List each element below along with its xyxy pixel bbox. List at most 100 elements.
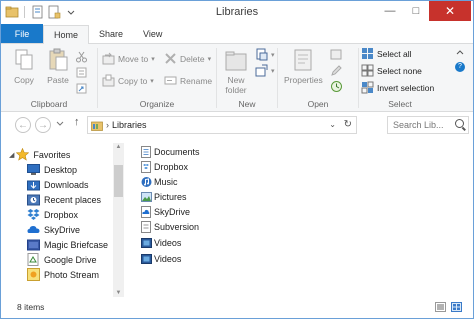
skydrive-library-icon xyxy=(141,205,152,218)
organize-group-label: Organize xyxy=(139,99,175,109)
copy-to-button[interactable]: Copy to ▾ xyxy=(102,74,154,87)
copy-path-icon xyxy=(75,66,88,79)
minimize-button[interactable]: — xyxy=(377,1,403,21)
select-none-button[interactable]: Select none xyxy=(361,64,422,77)
address-history-chevron-down-icon[interactable]: ⌄ xyxy=(329,120,336,129)
library-item-pictures[interactable]: Pictures xyxy=(141,189,187,204)
nav-item-desktop[interactable]: Desktop xyxy=(27,162,77,177)
library-item-music[interactable]: Music xyxy=(141,174,178,189)
up-button[interactable]: ↑ xyxy=(74,116,80,128)
help-icon[interactable]: ? xyxy=(455,62,465,72)
edit-button[interactable] xyxy=(330,64,343,77)
explorer-window: Libraries — □ ✕ File Home Share View Cop… xyxy=(0,0,474,319)
new-item-button[interactable]: ▾ xyxy=(255,48,275,61)
library-item-label: Pictures xyxy=(154,191,187,202)
status-bar: 8 items xyxy=(1,297,473,318)
new-group: New folder ▾ ▾ New xyxy=(217,44,277,112)
rename-button[interactable]: Rename xyxy=(164,74,212,87)
collapse-ribbon-chevron-up-icon[interactable] xyxy=(455,48,465,58)
navigation-pane-scrollbar[interactable]: ▲ ▼ xyxy=(113,143,124,297)
nav-favorites[interactable]: ◢ Favorites xyxy=(9,147,70,162)
desktop-icon xyxy=(27,163,40,176)
properties-icon xyxy=(290,47,316,73)
library-item-subversion[interactable]: Subversion xyxy=(141,219,199,234)
nav-item-google-drive[interactable]: Google Drive xyxy=(27,252,97,267)
move-to-button[interactable]: Move to ▾ xyxy=(102,52,155,65)
address-field[interactable]: › Libraries ⌄ ↻ xyxy=(87,116,357,134)
nav-item-magic-briefcase[interactable]: Magic Briefcase xyxy=(27,237,108,252)
library-item-videos[interactable]: Videos xyxy=(141,251,181,266)
large-icons-view-icon[interactable] xyxy=(451,302,462,312)
details-view-icon[interactable] xyxy=(435,302,446,312)
file-list: Documents Dropbox Music Pictures SkyDriv… xyxy=(125,141,473,297)
library-item-label: Videos xyxy=(154,253,182,264)
library-item-label: Videos xyxy=(154,237,182,248)
tab-view[interactable]: View xyxy=(133,25,172,43)
nav-item-label: Recent places xyxy=(44,194,102,205)
nav-favorites-label: Favorites xyxy=(33,149,71,160)
skydrive-icon xyxy=(27,223,40,236)
nav-item-photo-stream[interactable]: Photo Stream xyxy=(27,267,99,282)
back-button[interactable]: ← xyxy=(15,117,31,133)
breadcrumb-libraries[interactable]: Libraries xyxy=(112,120,147,130)
select-none-icon xyxy=(361,64,374,77)
nav-item-downloads[interactable]: Downloads xyxy=(27,177,89,192)
nav-item-recent-places[interactable]: Recent places xyxy=(27,192,101,207)
nav-item-skydrive[interactable]: SkyDrive xyxy=(27,222,80,237)
recent-places-icon xyxy=(27,193,40,206)
cut-button[interactable] xyxy=(75,50,88,63)
paste-button[interactable]: Paste xyxy=(45,47,71,85)
select-all-button[interactable]: Select all xyxy=(361,47,412,60)
expand-chevron-down-icon[interactable]: ◢ xyxy=(9,151,14,159)
title-bar[interactable]: Libraries — □ ✕ xyxy=(1,1,473,25)
scissors-icon xyxy=(75,50,88,63)
nav-item-label: Downloads xyxy=(44,179,89,190)
tab-share[interactable]: Share xyxy=(89,25,133,43)
search-input[interactable]: Search Lib... xyxy=(387,116,469,134)
move-to-chevron-down-icon: ▾ xyxy=(151,55,155,63)
forward-button[interactable]: → xyxy=(35,117,51,133)
scroll-down-arrow-icon[interactable]: ▼ xyxy=(113,290,124,296)
history-button[interactable] xyxy=(330,80,343,93)
organize-group: Move to ▾ Copy to ▾ Delete ▾ Rename Orga… xyxy=(98,44,216,112)
paste-label: Paste xyxy=(47,75,69,85)
rename-label: Rename xyxy=(180,75,213,86)
paste-shortcut-button[interactable] xyxy=(75,82,88,95)
favorites-star-icon xyxy=(16,147,30,161)
properties-label: Properties xyxy=(284,75,323,85)
scroll-up-arrow-icon[interactable]: ▲ xyxy=(113,144,124,150)
open-group: Properties Open xyxy=(278,44,358,112)
properties-button[interactable]: Properties xyxy=(284,47,323,85)
copy-to-label: Copy to xyxy=(118,75,148,86)
copy-button[interactable]: Copy xyxy=(11,47,37,85)
refresh-button[interactable]: ↻ xyxy=(344,119,352,130)
scroll-thumb[interactable] xyxy=(114,165,123,197)
select-none-label: Select none xyxy=(377,65,422,76)
library-item-videos[interactable]: Videos xyxy=(141,235,181,250)
recent-locations-chevron-down-icon[interactable] xyxy=(56,120,64,130)
nav-item-label: Desktop xyxy=(44,164,78,175)
select-group: Select all Select none Invert selection … xyxy=(359,44,441,112)
tab-home[interactable]: Home xyxy=(43,25,90,44)
nav-item-label: SkyDrive xyxy=(44,224,81,235)
easy-access-button[interactable]: ▾ xyxy=(255,64,275,77)
new-folder-button[interactable]: New folder xyxy=(223,47,249,95)
nav-item-label: Photo Stream xyxy=(44,269,100,280)
open-button[interactable] xyxy=(330,48,343,61)
library-item-documents[interactable]: Documents xyxy=(141,144,200,159)
dropbox-icon xyxy=(27,208,40,221)
new-group-label: New xyxy=(238,99,256,109)
breadcrumb-separator[interactable]: › xyxy=(106,120,109,130)
copy-icon xyxy=(11,47,37,73)
copy-path-button[interactable] xyxy=(75,66,88,79)
invert-selection-button[interactable]: Invert selection xyxy=(361,81,434,94)
history-icon xyxy=(330,80,343,93)
maximize-button[interactable]: □ xyxy=(403,1,429,21)
nav-item-dropbox[interactable]: Dropbox xyxy=(27,207,78,222)
tab-file[interactable]: File xyxy=(1,24,43,43)
delete-button[interactable]: Delete ▾ xyxy=(164,52,211,65)
library-item-skydrive[interactable]: SkyDrive xyxy=(141,204,190,219)
close-button[interactable]: ✕ xyxy=(429,1,471,21)
nav-item-label: Dropbox xyxy=(44,209,79,220)
library-item-dropbox[interactable]: Dropbox xyxy=(141,159,188,174)
